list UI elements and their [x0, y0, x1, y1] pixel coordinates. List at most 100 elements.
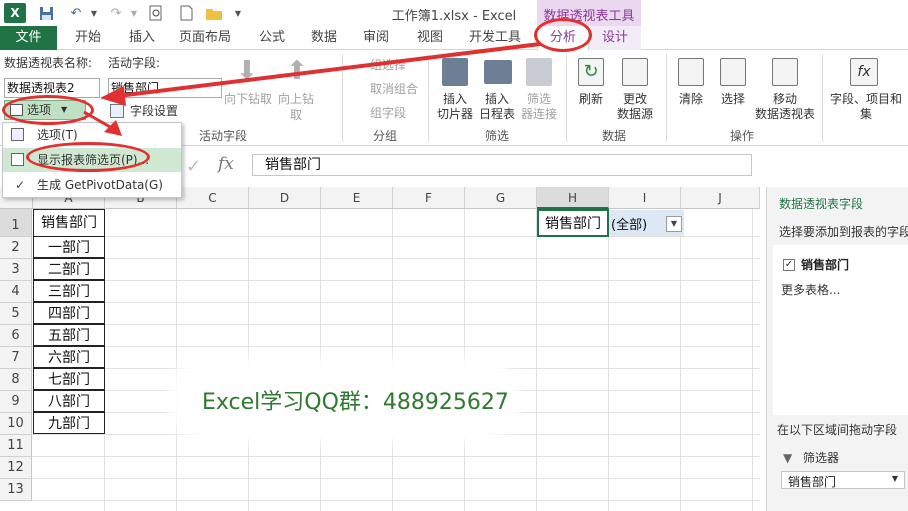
gridline [32, 236, 760, 237]
tab-insert[interactable]: 插入 [118, 26, 166, 50]
drill-up-sub: 取 [289, 108, 302, 122]
pivot-name-label: 数据透视表名称: [4, 56, 93, 70]
row-header-13[interactable]: 13 [0, 479, 32, 501]
column-header-h[interactable]: H [537, 187, 609, 209]
tab-file[interactable]: 文件 [0, 26, 57, 50]
row-header-12[interactable]: 12 [0, 457, 32, 479]
separator [566, 54, 567, 142]
column-header-g[interactable]: G [465, 187, 537, 209]
change-source-button[interactable]: 更改 [612, 92, 658, 107]
annotation-ring-analyze-tab [534, 18, 592, 52]
drill-down-icon: ⬇ [236, 56, 258, 86]
row-header-2[interactable]: 2 [0, 237, 32, 259]
filter-connections-sub: 器连接 [520, 107, 557, 121]
cell-a4[interactable]: 三部门 [33, 280, 105, 302]
active-field-input[interactable]: 销售部门 [108, 78, 222, 98]
pane-field-list: ✓ 销售部门 更多表格... [773, 245, 908, 415]
cell-a5[interactable]: 四部门 [33, 302, 105, 324]
row-header-5[interactable]: 5 [0, 303, 32, 325]
fields-items-button[interactable]: 字段、项目和 [826, 92, 906, 107]
row-header-8[interactable]: 8 [0, 369, 32, 391]
select-icon [720, 58, 746, 86]
tab-review[interactable]: 审阅 [352, 26, 400, 50]
column-header-e[interactable]: E [321, 187, 393, 209]
checkmark-icon: ✓ [15, 178, 26, 192]
cell-h1-selected[interactable]: 销售部门 [537, 209, 609, 237]
column-header-f[interactable]: F [393, 187, 465, 209]
cancel-entry-icon[interactable]: ✓ [186, 156, 201, 177]
row-header-9[interactable]: 9 [0, 391, 32, 413]
tab-data[interactable]: 数据 [300, 26, 348, 50]
gridline [32, 500, 760, 501]
tab-design[interactable]: 设计 [589, 26, 641, 50]
cell-a9[interactable]: 八部门 [33, 390, 105, 412]
cell-a10[interactable]: 九部门 [33, 412, 105, 434]
field-checkbox[interactable]: ✓ [783, 259, 795, 271]
row-header-11[interactable]: 11 [0, 435, 32, 457]
ungroup-button[interactable]: 取消组合 [352, 82, 418, 97]
row-header-6[interactable]: 6 [0, 325, 32, 347]
column-header-d[interactable]: D [249, 187, 321, 209]
filter-dropdown-icon[interactable]: ▼ [666, 216, 682, 232]
cell-a2[interactable]: 一部门 [33, 236, 105, 258]
tab-page-layout[interactable]: 页面布局 [172, 26, 238, 50]
cell-a8[interactable]: 七部门 [33, 368, 105, 390]
gridline [752, 209, 753, 511]
title-bar: X ↶ ▼ ↷ ▼ ▼ 工作簿1.xlsx - Excel 数据透视表工具 [0, 0, 908, 26]
insert-slicer-button[interactable]: 插入 [434, 92, 476, 107]
group-selection-button[interactable]: 组选择 [352, 58, 406, 73]
gridline [32, 434, 760, 435]
gridline [392, 209, 393, 511]
cell-a7[interactable]: 六部门 [33, 346, 105, 368]
drill-up-button[interactable]: 向上钻 [276, 92, 316, 107]
column-header-j[interactable]: J [681, 187, 760, 209]
filter-area-dropdown-icon[interactable]: ▼ [892, 474, 898, 483]
filter-area-item[interactable]: 销售部门 ▼ [781, 471, 905, 489]
tab-formulas[interactable]: 公式 [248, 26, 296, 50]
gridline [32, 302, 760, 303]
tab-view[interactable]: 视图 [406, 26, 454, 50]
menu-item-generate-getpivotdata[interactable]: ✓ 生成 GetPivotData(G) [3, 173, 181, 197]
filter-area-value: 销售部门 [788, 475, 837, 489]
select-button[interactable]: 选择 [714, 92, 752, 107]
refresh-icon: ↻ [578, 58, 604, 86]
field-label: 销售部门 [801, 258, 850, 272]
cell-a6[interactable]: 五部门 [33, 324, 105, 346]
row-header-10[interactable]: 10 [0, 413, 32, 435]
insert-timeline-sub: 日程表 [478, 107, 515, 121]
column-header-c[interactable]: C [177, 187, 249, 209]
active-field-group-label: 活动字段 [198, 129, 247, 143]
column-header-i[interactable]: I [609, 187, 681, 209]
cell-a1[interactable]: 销售部门 [33, 209, 105, 237]
gridline [536, 209, 537, 511]
insert-slicer-sub: 切片器 [436, 107, 473, 121]
more-tables-link[interactable]: 更多表格... [781, 281, 840, 298]
row-header-4[interactable]: 4 [0, 281, 32, 303]
move-pivot-button[interactable]: 移动 [756, 92, 814, 107]
row-header-7[interactable]: 7 [0, 347, 32, 369]
group-field-button[interactable]: 组字段 [352, 106, 406, 121]
fx-icon[interactable]: fx [218, 154, 234, 174]
row-header-3[interactable]: 3 [0, 259, 32, 281]
actions-group-label: 操作 [729, 129, 754, 143]
separator [428, 54, 429, 142]
refresh-button[interactable]: 刷新 [572, 92, 610, 107]
formula-input[interactable]: 销售部门 [252, 154, 752, 176]
change-source-icon [622, 58, 648, 86]
row-header-1[interactable]: 1 [0, 209, 32, 237]
annotation-ring-options-button [2, 95, 94, 125]
ribbon-tabs: 文件 开始 插入 页面布局 公式 数据 审阅 视图 开发工具 分析 设计 [0, 26, 908, 51]
drill-down-button[interactable]: 向下钻取 [222, 92, 274, 107]
cell-i1-filter[interactable]: (全部) ▼ [609, 210, 684, 236]
tab-home[interactable]: 开始 [64, 26, 112, 50]
insert-timeline-button[interactable]: 插入 [476, 92, 518, 107]
tab-developer[interactable]: 开发工具 [462, 26, 528, 50]
clear-button[interactable]: 清除 [672, 92, 710, 107]
field-settings-button[interactable]: 字段设置 [108, 102, 198, 120]
filter-connections-button[interactable]: 筛选 [518, 92, 560, 107]
worksheet-grid: A B C D E F G H I J 1 2 3 4 5 6 7 8 9 10… [0, 187, 760, 511]
gridline [32, 280, 760, 281]
field-settings-label: 字段设置 [130, 104, 179, 118]
cell-a3[interactable]: 二部门 [33, 258, 105, 280]
move-pivot-icon [772, 58, 798, 86]
